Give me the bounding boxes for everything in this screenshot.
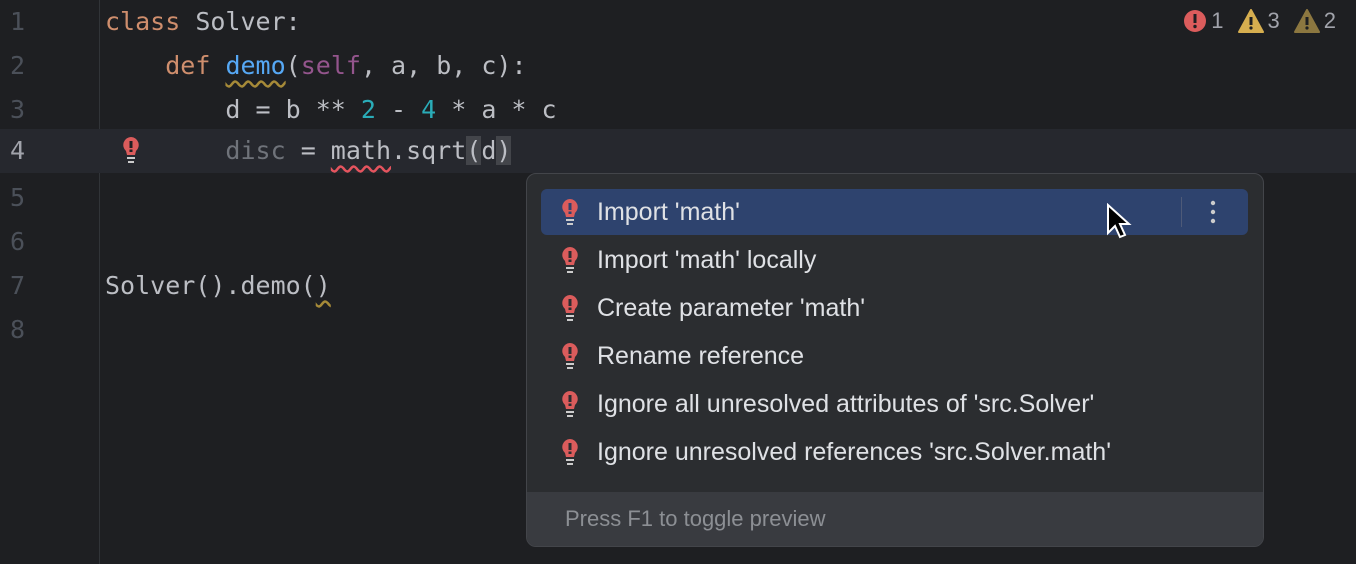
preview-hint: Press F1 to toggle preview [565,506,826,531]
error-icon [1184,10,1207,32]
code-text: - [375,95,422,124]
brace-match: ( [466,136,482,165]
number: 4 [421,95,437,124]
inspection-widget[interactable]: 1 3 2 [1183,8,1336,34]
mouse-cursor-icon [1107,203,1132,239]
error-bulb-icon [562,391,578,417]
brace-match: ) [496,136,512,165]
popup-footer: Press F1 to toggle preview [527,492,1263,546]
weak-warning-count-label: 2 [1323,8,1336,33]
line-number: 4 [10,136,26,165]
self-param: self [300,51,361,80]
line-number: 1 [10,7,26,36]
weak-warning-count[interactable]: 2 [1293,8,1336,34]
error-bulb-icon [562,295,578,321]
action-label: Import 'math' locally [597,246,817,274]
keyword: class [105,7,181,36]
intention-actions-popup: Import 'math' Import 'math' locally Crea… [526,173,1264,547]
line-number: 3 [10,95,26,124]
function-name: demo [225,51,286,80]
warning-count[interactable]: 3 [1237,8,1280,34]
number: 2 [360,95,376,124]
action-label: Create parameter 'math' [597,294,865,322]
action-create-parameter[interactable]: Create parameter 'math' [541,285,1248,331]
separator [1181,197,1182,227]
error-bulb-icon [562,343,578,369]
code-line-1[interactable]: 1 class Solver: [0,0,1356,44]
error-bulb-icon [562,439,578,465]
error-count-label: 1 [1211,8,1224,33]
warning-icon [1237,9,1264,33]
warning-count-label: 3 [1267,8,1280,33]
unused-variable: disc [225,136,286,165]
code-text: ) [315,271,331,300]
code-text: * a * c [436,95,557,124]
line-number: 2 [10,51,26,80]
error-bulb-icon [562,247,578,273]
code-text: d [481,136,497,165]
code-line-2[interactable]: 2 def demo(self, a, b, c): [0,44,1356,88]
line-number: 7 [10,271,26,300]
code-text: Solver: [180,7,301,36]
code-text: d = b ** [225,95,361,124]
action-label: Ignore all unresolved attributes of 'src… [597,390,1095,418]
unresolved-reference: math [330,136,392,165]
line-number: 5 [10,183,26,212]
code-text: Solver().demo( [105,271,316,300]
weak-warning-icon [1293,9,1320,33]
action-import-math[interactable]: Import 'math' [541,189,1248,239]
action-ignore-attributes[interactable]: Ignore all unresolved attributes of 'src… [541,381,1248,427]
line-number: 6 [10,227,26,256]
code-line-4[interactable]: 4 disc = math.sqrt(d) [0,129,1356,173]
line-number: 8 [10,315,26,344]
more-options-icon[interactable] [1209,199,1217,225]
keyword: def [165,51,226,80]
action-import-math-locally[interactable]: Import 'math' locally [541,237,1248,283]
code-text: , a, b, c): [360,51,527,80]
error-count[interactable]: 1 [1183,8,1224,34]
code-text: .sqrt [391,136,467,165]
action-rename-reference[interactable]: Rename reference [541,333,1248,379]
code-text: = [285,136,331,165]
code-text: ( [285,51,301,80]
action-label: Import 'math' [597,198,740,226]
action-ignore-references[interactable]: Ignore unresolved references 'src.Solver… [541,429,1248,475]
error-bulb-icon [562,199,578,225]
code-line-3[interactable]: 3 d = b ** 2 - 4 * a * c [0,88,1356,132]
action-label: Rename reference [597,342,805,370]
action-label: Ignore unresolved references 'src.Solver… [597,438,1111,466]
